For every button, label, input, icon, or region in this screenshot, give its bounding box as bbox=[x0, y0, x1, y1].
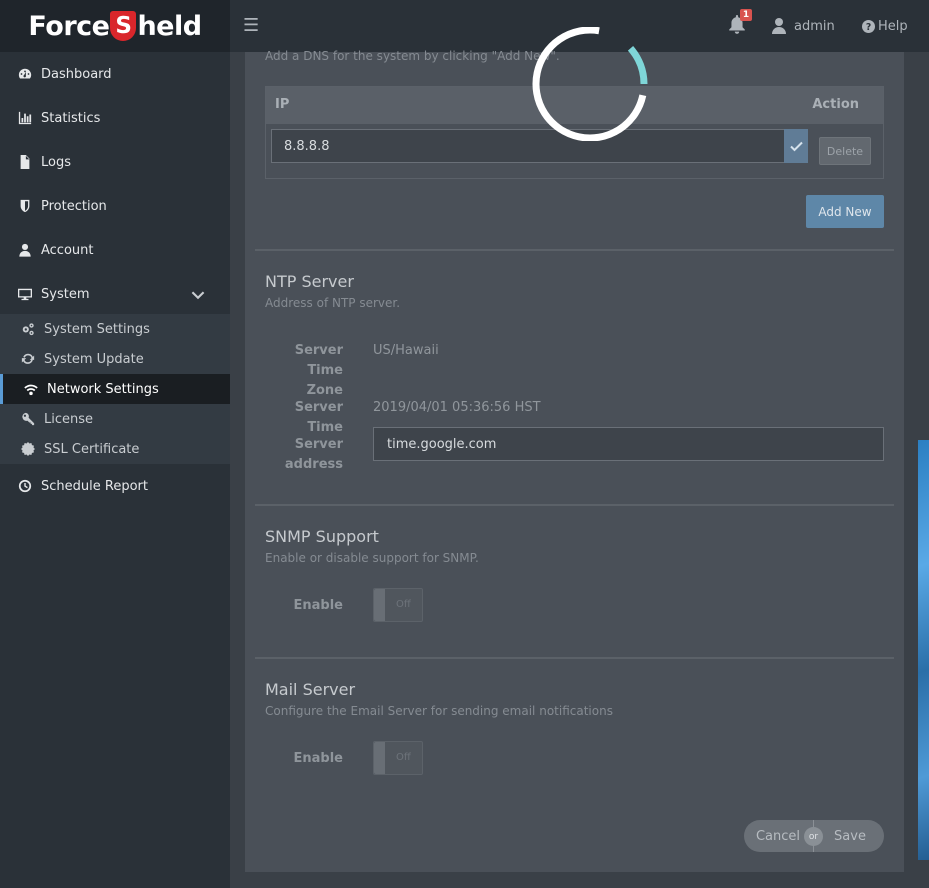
sidebar-item-account[interactable]: Account bbox=[0, 228, 230, 272]
user-name: admin bbox=[794, 18, 835, 34]
section-divider bbox=[255, 657, 894, 659]
shield-icon bbox=[20, 199, 30, 213]
server-address-label: Server address bbox=[263, 435, 343, 475]
certificate-icon bbox=[21, 442, 35, 456]
gears-icon bbox=[22, 323, 34, 336]
sidebar-item-network-settings[interactable]: Network Settings bbox=[0, 374, 230, 404]
sidebar-item-label: Statistics bbox=[41, 110, 101, 126]
sidebar-item-license[interactable]: License bbox=[0, 404, 230, 434]
wifi-icon bbox=[24, 384, 38, 396]
notification-badge: 1 bbox=[740, 9, 752, 21]
brand-logo[interactable]: Force Sheld bbox=[0, 0, 230, 52]
sidebar-subitem-label: System Update bbox=[44, 351, 144, 367]
key-icon bbox=[22, 412, 35, 426]
brand-name-part1: Force bbox=[28, 10, 110, 42]
sidebar-subitem-label: Network Settings bbox=[47, 381, 159, 397]
svg-text:?: ? bbox=[866, 22, 871, 33]
sidebar-item-label: Schedule Report bbox=[41, 478, 148, 494]
mail-enable-toggle[interactable]: Off bbox=[373, 741, 423, 775]
help-label: Help bbox=[878, 18, 908, 34]
or-badge: or bbox=[804, 827, 823, 846]
toggle-knob bbox=[374, 589, 385, 621]
monitor-icon bbox=[18, 288, 32, 301]
check-icon bbox=[789, 141, 803, 151]
snmp-enable-label: Enable bbox=[293, 598, 344, 613]
help-link[interactable]: ? Help bbox=[862, 16, 908, 36]
user-icon bbox=[772, 18, 786, 34]
ntp-server-address-input[interactable] bbox=[373, 427, 884, 461]
label-line: Zone bbox=[306, 383, 343, 398]
dns-delete-button[interactable]: Delete bbox=[819, 137, 871, 165]
snmp-section-title: SNMP Support bbox=[265, 527, 379, 546]
section-divider bbox=[255, 504, 894, 506]
user-menu[interactable]: admin bbox=[772, 16, 835, 36]
loading-spinner-icon bbox=[532, 27, 648, 141]
dns-col-ip: IP bbox=[275, 97, 290, 112]
system-submenu: System Settings System Update Network Se… bbox=[0, 314, 230, 464]
document-icon bbox=[20, 155, 30, 169]
dns-ip-input[interactable] bbox=[271, 129, 786, 163]
refresh-icon bbox=[21, 353, 35, 364]
sidebar-item-label: Account bbox=[41, 242, 94, 258]
chevron-down-icon bbox=[191, 291, 205, 300]
sidebar-item-label: Protection bbox=[41, 198, 107, 214]
form-actions: Cancel Save or bbox=[744, 820, 884, 852]
toggle-state: Off bbox=[396, 599, 411, 610]
server-time-zone-label: Server Time Zone bbox=[263, 341, 343, 401]
sidebar-item-ssl-certificate[interactable]: SSL Certificate bbox=[0, 434, 230, 464]
label-line: address bbox=[284, 457, 343, 472]
dns-col-action: Action bbox=[812, 97, 859, 112]
server-time-label: Server Time bbox=[294, 400, 343, 435]
add-new-button[interactable]: Add New bbox=[806, 195, 884, 228]
dashboard-icon bbox=[18, 68, 32, 79]
server-time-zone-value: US/Hawaii bbox=[373, 343, 439, 358]
sidebar-subitem-label: SSL Certificate bbox=[44, 441, 140, 457]
brand-name: Force Sheld bbox=[28, 10, 202, 42]
mail-enable-label: Enable bbox=[293, 751, 344, 766]
clock-icon bbox=[18, 479, 32, 493]
ntp-section-title: NTP Server bbox=[265, 272, 354, 291]
save-button[interactable]: Save bbox=[814, 820, 884, 852]
mail-section-title: Mail Server bbox=[265, 680, 356, 699]
section-divider bbox=[255, 249, 894, 251]
menu-toggle-icon[interactable]: ☰ bbox=[243, 16, 259, 36]
mail-section-subtitle: Configure the Email Server for sending e… bbox=[265, 704, 613, 718]
sidebar-item-label: Dashboard bbox=[41, 66, 112, 82]
sidebar-subitem-label: License bbox=[44, 411, 94, 427]
server-time-value: 2019/04/01 05:36:56 HST bbox=[373, 400, 541, 415]
toggle-state: Off bbox=[396, 752, 411, 763]
snmp-enable-toggle[interactable]: Off bbox=[373, 588, 423, 622]
sidebar-item-logs[interactable]: Logs bbox=[0, 140, 230, 184]
question-circle-icon: ? bbox=[862, 19, 875, 33]
label-line: Server Time bbox=[294, 343, 343, 378]
sidebar: Dashboard Statistics Logs Protection Acc… bbox=[0, 52, 230, 888]
sidebar-item-dashboard[interactable]: Dashboard bbox=[0, 52, 230, 96]
dns-confirm-button[interactable] bbox=[784, 129, 808, 163]
sidebar-subitem-label: System Settings bbox=[44, 321, 150, 337]
label-line: Server bbox=[294, 437, 343, 452]
snmp-section-subtitle: Enable or disable support for SNMP. bbox=[265, 551, 479, 565]
sidebar-item-protection[interactable]: Protection bbox=[0, 184, 230, 228]
brand-name-part2: held bbox=[137, 10, 202, 42]
user-icon bbox=[19, 243, 31, 257]
top-bar: Force Sheld ☰ 1 admin ? Help bbox=[0, 0, 929, 52]
sidebar-item-schedule-report[interactable]: Schedule Report bbox=[0, 464, 230, 508]
toggle-knob bbox=[374, 742, 385, 774]
sidebar-item-statistics[interactable]: Statistics bbox=[0, 96, 230, 140]
sidebar-item-label: System bbox=[41, 286, 90, 302]
brand-shield-s: S bbox=[110, 11, 137, 41]
sidebar-item-system-settings[interactable]: System Settings bbox=[0, 314, 230, 344]
background-decoration bbox=[918, 440, 929, 860]
ntp-section-subtitle: Address of NTP server. bbox=[265, 296, 401, 310]
dns-hint: Add a DNS for the system by clicking "Ad… bbox=[265, 49, 560, 63]
bar-chart-icon bbox=[18, 111, 32, 125]
sidebar-item-system[interactable]: System bbox=[0, 272, 230, 316]
sidebar-item-system-update[interactable]: System Update bbox=[0, 344, 230, 374]
sidebar-item-label: Logs bbox=[41, 154, 71, 170]
